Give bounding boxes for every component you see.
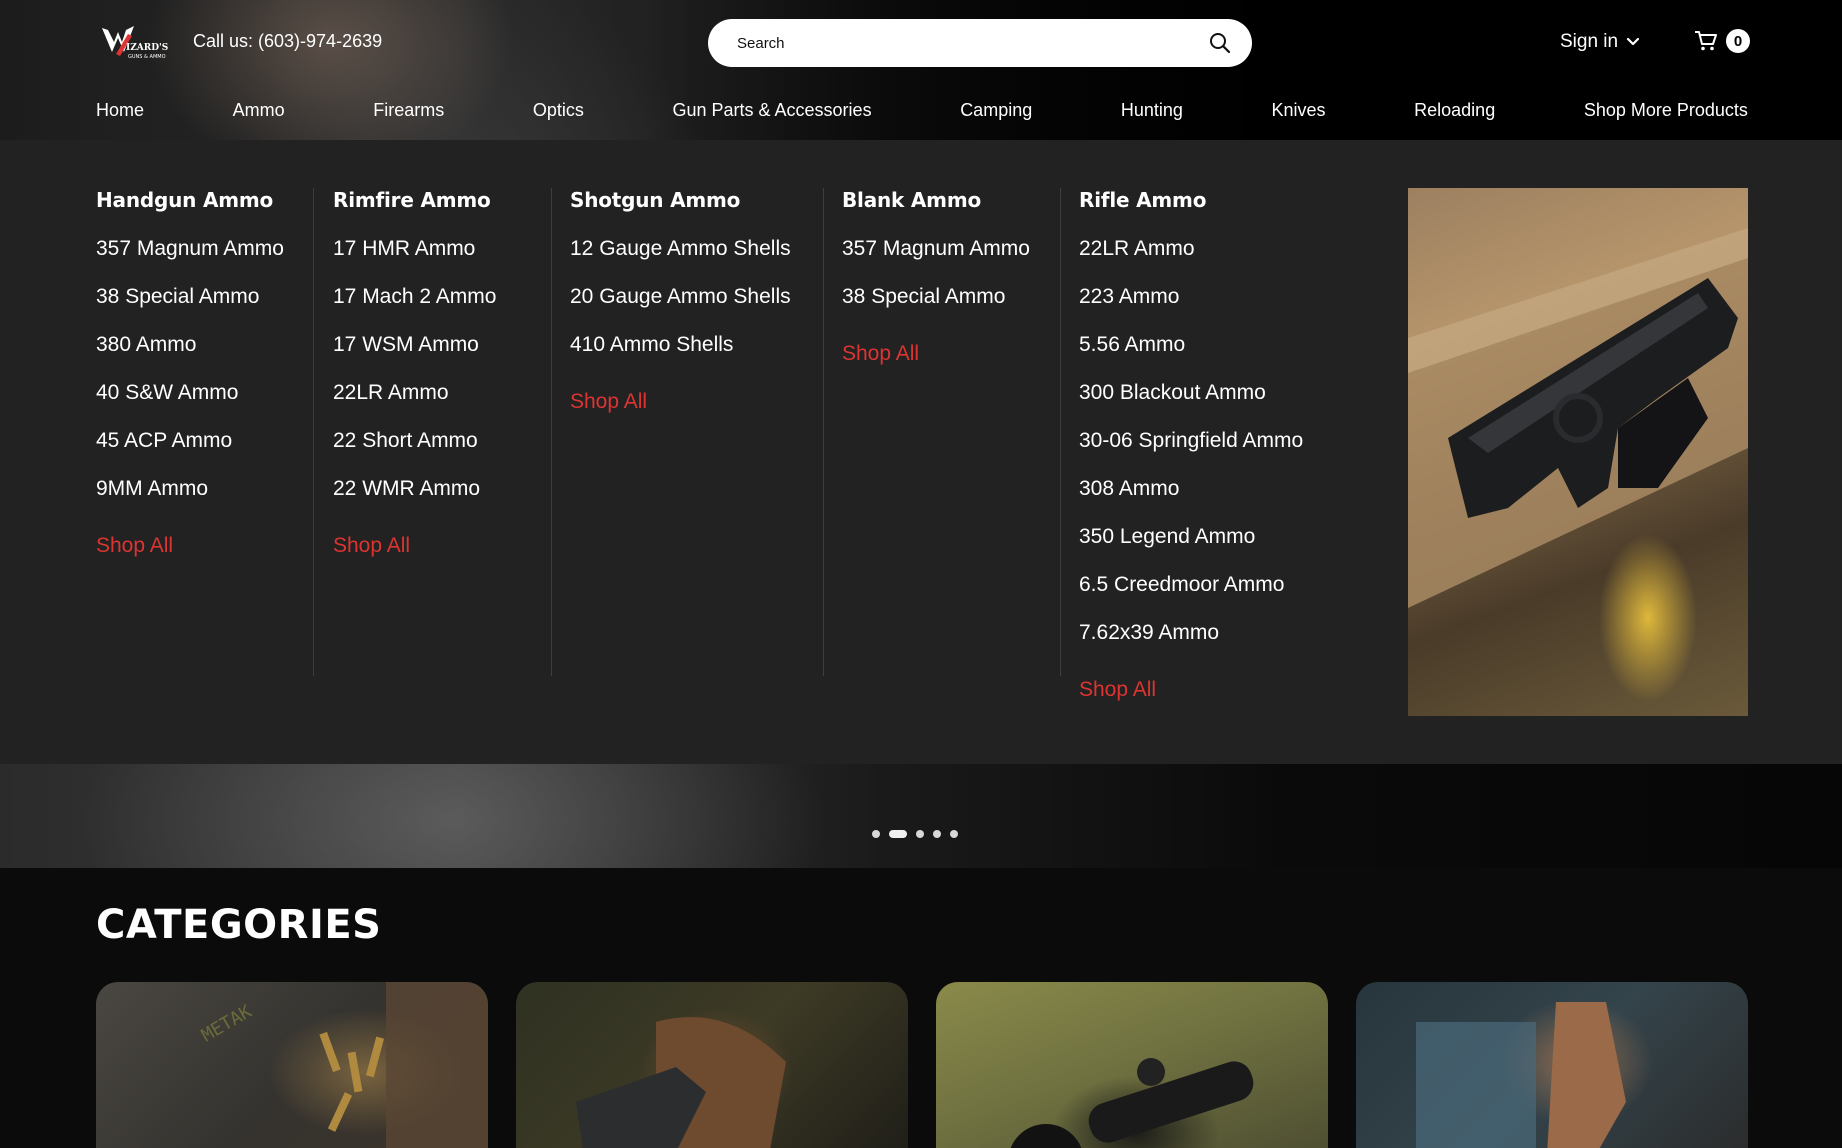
hero-carousel-dots xyxy=(872,829,958,839)
menu-column-title[interactable]: Blank Ammo xyxy=(842,188,1060,214)
menu-link[interactable]: 20 Gauge Ammo Shells xyxy=(570,284,823,332)
carousel-dot-active[interactable] xyxy=(889,830,907,838)
chevron-down-icon xyxy=(1627,37,1640,46)
menu-column-title[interactable]: Handgun Ammo xyxy=(96,188,313,214)
menu-link[interactable]: 17 HMR Ammo xyxy=(333,236,551,284)
menu-link[interactable]: 7.62x39 Ammo xyxy=(1079,620,1379,668)
svg-text:METAK: METAK xyxy=(198,1001,256,1046)
menu-column-title[interactable]: Shotgun Ammo xyxy=(570,188,823,214)
handgun-image-icon xyxy=(1408,228,1748,608)
menu-link[interactable]: 380 Ammo xyxy=(96,332,313,380)
menu-link[interactable]: 17 WSM Ammo xyxy=(333,332,551,380)
menu-link[interactable]: 300 Blackout Ammo xyxy=(1079,380,1379,428)
menu-link[interactable]: 38 Special Ammo xyxy=(96,284,313,332)
menu-column-title[interactable]: Rimfire Ammo xyxy=(333,188,551,214)
cart-count-badge: 0 xyxy=(1726,29,1750,53)
menu-promo-image[interactable] xyxy=(1408,188,1748,716)
menu-column-handgun: Handgun Ammo 357 Magnum Ammo 38 Special … xyxy=(96,188,314,676)
menu-link[interactable]: 22 Short Ammo xyxy=(333,428,551,476)
nav-item-hunting[interactable]: Hunting xyxy=(1121,100,1183,126)
scope-image-icon xyxy=(1010,1058,1254,1148)
svg-text:GUNS & AMMO: GUNS & AMMO xyxy=(128,54,166,60)
menu-column-blank: Blank Ammo 357 Magnum Ammo 38 Special Am… xyxy=(842,188,1061,676)
holster-image-icon xyxy=(1416,1002,1626,1148)
nav-item-firearms[interactable]: Firearms xyxy=(373,100,444,126)
sign-in-button[interactable]: Sign in xyxy=(1560,31,1640,53)
shop-all-link[interactable]: Shop All xyxy=(842,342,1060,366)
menu-link[interactable]: 12 Gauge Ammo Shells xyxy=(570,236,823,284)
carousel-dot[interactable] xyxy=(916,830,924,838)
menu-column-title[interactable]: Rifle Ammo xyxy=(1079,188,1379,214)
menu-link[interactable]: 22LR Ammo xyxy=(333,380,551,428)
menu-link[interactable]: 22LR Ammo xyxy=(1079,236,1379,284)
menu-link[interactable]: 308 Ammo xyxy=(1079,476,1379,524)
shop-all-link[interactable]: Shop All xyxy=(570,390,823,414)
categories-heading: CATEGORIES xyxy=(96,902,382,948)
menu-link[interactable]: 22 WMR Ammo xyxy=(333,476,551,524)
carousel-dot[interactable] xyxy=(872,830,880,838)
shop-all-link[interactable]: Shop All xyxy=(333,534,551,558)
menu-link[interactable]: 6.5 Creedmoor Ammo xyxy=(1079,572,1379,620)
nav-item-optics[interactable]: Optics xyxy=(533,100,584,126)
category-card-firearms[interactable] xyxy=(516,982,908,1148)
search-icon[interactable] xyxy=(1208,31,1232,55)
shop-all-link[interactable]: Shop All xyxy=(96,534,313,558)
menu-link[interactable]: 410 Ammo Shells xyxy=(570,332,823,380)
main-nav: Home Ammo Firearms Optics Gun Parts & Ac… xyxy=(96,100,1748,126)
nav-item-knives[interactable]: Knives xyxy=(1272,100,1326,126)
nav-item-ammo[interactable]: Ammo xyxy=(233,100,285,126)
menu-link[interactable]: 45 ACP Ammo xyxy=(96,428,313,476)
nav-item-reloading[interactable]: Reloading xyxy=(1414,100,1495,126)
menu-link[interactable]: 5.56 Ammo xyxy=(1079,332,1379,380)
menu-column-rifle: Rifle Ammo 22LR Ammo 223 Ammo 5.56 Ammo … xyxy=(1079,188,1379,701)
site-header: IZARD'S GUNS & AMMO Call us: (603)-974-2… xyxy=(0,0,1842,140)
site-logo[interactable]: IZARD'S GUNS & AMMO xyxy=(98,22,170,64)
menu-link[interactable]: 357 Magnum Ammo xyxy=(842,236,1060,284)
sign-in-label: Sign in xyxy=(1560,31,1619,52)
nav-item-home[interactable]: Home xyxy=(96,100,144,126)
menu-column-rimfire: Rimfire Ammo 17 HMR Ammo 17 Mach 2 Ammo … xyxy=(333,188,552,676)
menu-link[interactable]: 9MM Ammo xyxy=(96,476,313,524)
menu-link[interactable]: 17 Mach 2 Ammo xyxy=(333,284,551,332)
carousel-dot[interactable] xyxy=(950,830,958,838)
ammo-mega-menu: Handgun Ammo 357 Magnum Ammo 38 Special … xyxy=(0,140,1842,764)
search-bar xyxy=(708,19,1252,67)
menu-column-shotgun: Shotgun Ammo 12 Gauge Ammo Shells 20 Gau… xyxy=(570,188,824,676)
svg-text:IZARD'S: IZARD'S xyxy=(126,43,168,53)
nav-item-gun-parts[interactable]: Gun Parts & Accessories xyxy=(672,100,871,126)
category-card-optics[interactable] xyxy=(936,982,1328,1148)
cart-button[interactable]: 0 xyxy=(1694,29,1750,53)
holster-pistol-image-icon xyxy=(576,1017,786,1148)
search-input[interactable] xyxy=(737,34,1208,52)
cart-icon xyxy=(1695,31,1717,51)
menu-link[interactable]: 350 Legend Ammo xyxy=(1079,524,1379,572)
wizards-logo-icon: IZARD'S GUNS & AMMO xyxy=(102,26,168,60)
shop-all-link[interactable]: Shop All xyxy=(1079,678,1379,702)
menu-link[interactable]: 38 Special Ammo xyxy=(842,284,1060,332)
menu-link[interactable]: 40 S&W Ammo xyxy=(96,380,313,428)
menu-link[interactable]: 223 Ammo xyxy=(1079,284,1379,332)
call-us-text[interactable]: Call us: (603)-974-2639 xyxy=(193,31,382,52)
category-card-holsters[interactable] xyxy=(1356,982,1748,1148)
nav-item-camping[interactable]: Camping xyxy=(960,100,1032,126)
carousel-dot[interactable] xyxy=(933,830,941,838)
menu-link[interactable]: 30-06 Springfield Ammo xyxy=(1079,428,1379,476)
category-cards: METAK xyxy=(96,982,1748,1148)
menu-link[interactable]: 357 Magnum Ammo xyxy=(96,236,313,284)
nav-item-shop-more[interactable]: Shop More Products xyxy=(1584,100,1748,126)
category-card-ammo[interactable]: METAK xyxy=(96,982,488,1148)
ammo-image-icon: METAK xyxy=(198,982,488,1148)
